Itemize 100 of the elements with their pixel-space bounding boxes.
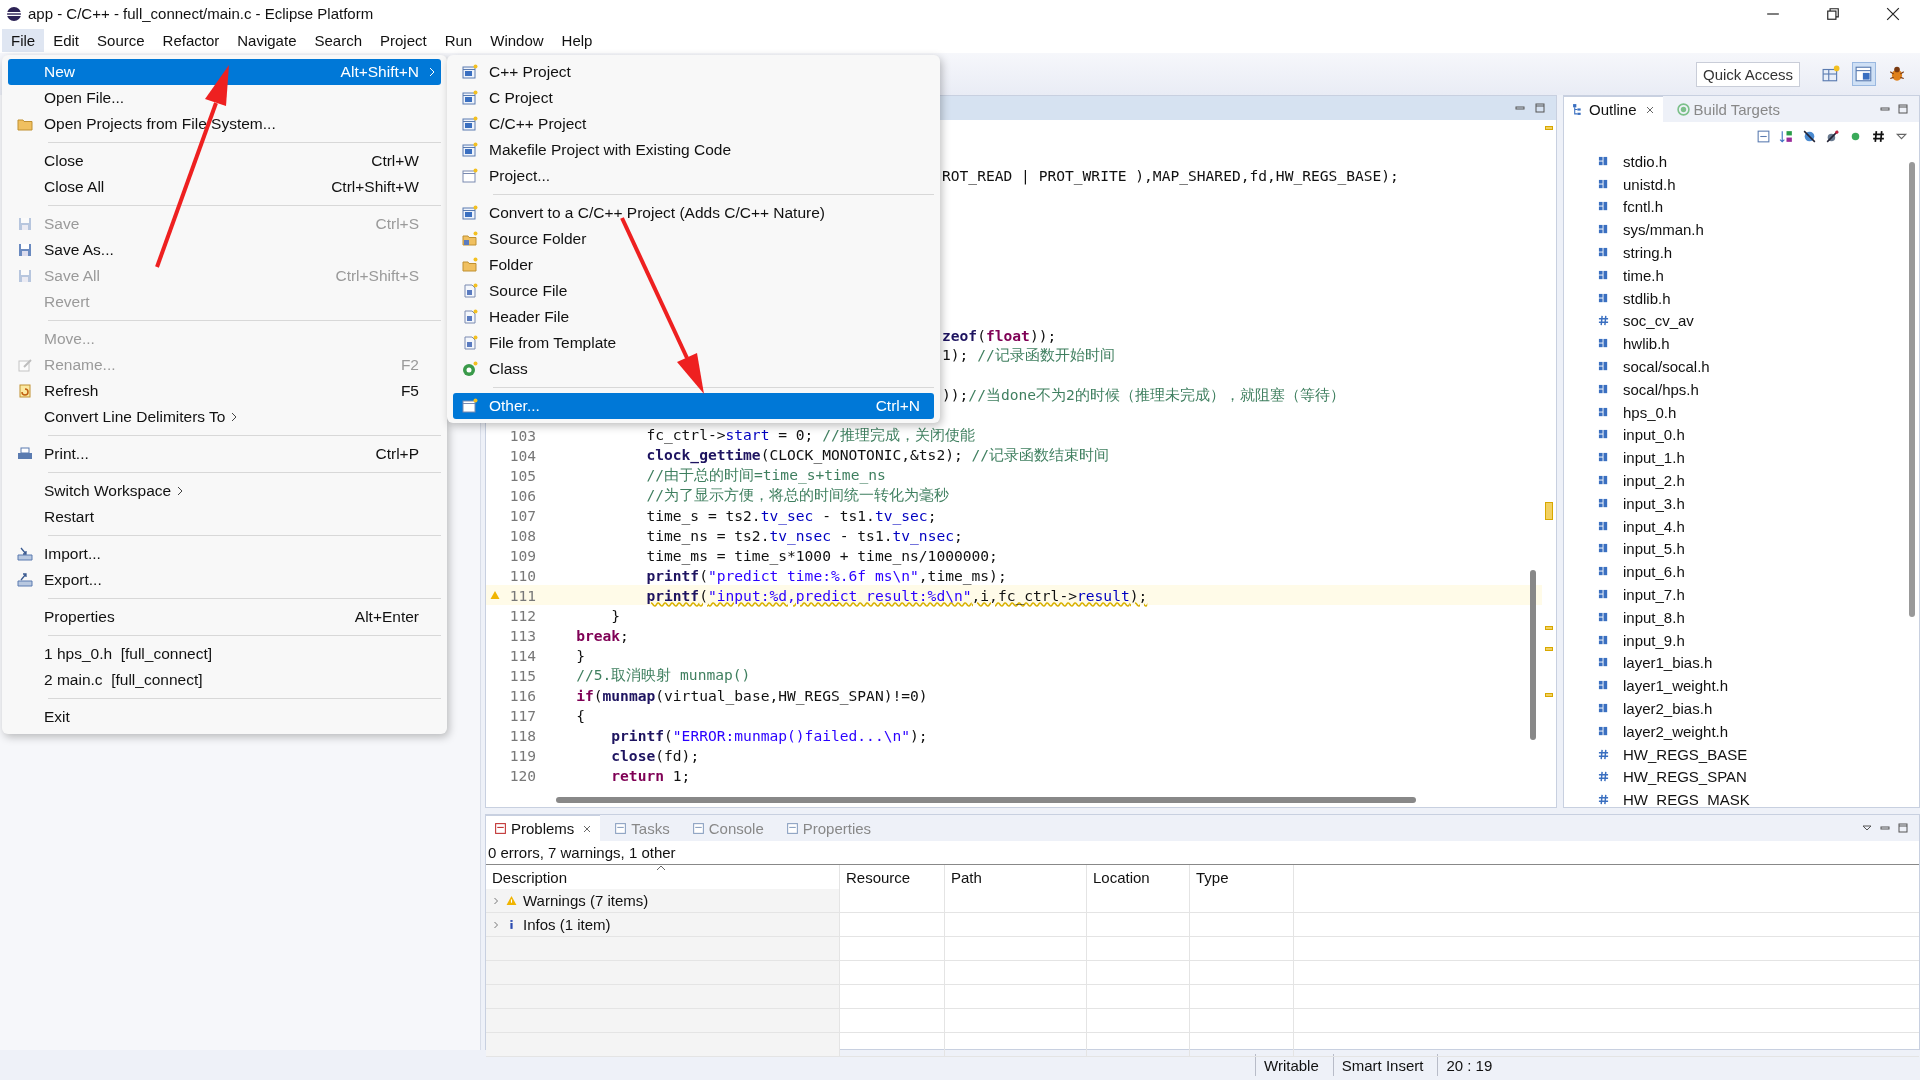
outline-item[interactable]: input_1.h (1623, 449, 1685, 467)
overview-marker[interactable] (1545, 126, 1553, 130)
menu-item[interactable]: Source (88, 28, 154, 52)
outline-item[interactable]: input_5.h (1623, 540, 1685, 558)
menu-item[interactable]: Edit (44, 28, 89, 52)
quick-access-field[interactable]: Quick Access (1695, 61, 1800, 87)
column-header[interactable]: Type (1190, 865, 1294, 889)
outline-item[interactable]: unistd.h (1623, 175, 1676, 193)
menu-item[interactable]: Properties Alt+Enter (8, 604, 441, 630)
problem-group[interactable]: Infos (1 item) (523, 916, 611, 933)
menu-item[interactable]: Save As... (8, 237, 441, 263)
menu-item[interactable]: Restart (8, 504, 441, 530)
menu-item[interactable]: File (2, 28, 45, 52)
menu-item[interactable]: C++ Project (453, 59, 934, 85)
maximize-icon[interactable] (1897, 822, 1909, 834)
hide-static-icon[interactable] (1825, 128, 1840, 144)
menu-item[interactable]: Header File (453, 304, 934, 330)
overview-marker[interactable] (1545, 647, 1553, 651)
overview-marker[interactable] (1545, 502, 1553, 520)
menu-item[interactable]: Convert Line Delimiters To (8, 404, 441, 430)
scrollbar-thumb[interactable] (556, 797, 1416, 803)
expand-chevron-icon[interactable] (492, 920, 500, 929)
outline-item[interactable]: HW_REGS_BASE (1623, 745, 1748, 763)
menu-item[interactable]: Refactor (153, 28, 229, 52)
menu-item[interactable]: Export... (8, 567, 441, 593)
outline-item[interactable]: input_7.h (1623, 586, 1685, 604)
menu-item[interactable]: Import... (8, 541, 441, 567)
panel-tab[interactable]: Outline (1564, 95, 1663, 123)
menu-item[interactable]: File from Template (453, 330, 934, 356)
close-icon[interactable] (1886, 6, 1900, 21)
overview-marker[interactable] (1545, 693, 1553, 697)
panel-tab[interactable]: Problems (486, 814, 601, 842)
column-header[interactable]: Resource (840, 865, 945, 889)
scrollbar-thumb[interactable] (1530, 570, 1536, 740)
menu-item[interactable]: Project... (453, 163, 934, 189)
hash-icon (1598, 748, 1609, 760)
menu-item[interactable]: Open File... (8, 85, 441, 111)
outline-item[interactable]: layer1_weight.h (1623, 677, 1729, 695)
outline-item[interactable]: stdio.h (1623, 152, 1668, 170)
hide-fields-icon[interactable] (1802, 128, 1817, 144)
outline-item[interactable]: hwlib.h (1623, 335, 1670, 353)
problem-group[interactable]: Warnings (7 items) (523, 892, 649, 909)
restore-icon[interactable] (1826, 6, 1840, 21)
outline-item[interactable]: socal/hps.h (1623, 380, 1699, 398)
outline-item[interactable]: input_9.h (1623, 631, 1685, 649)
outline-item[interactable]: sys/mman.h (1623, 221, 1704, 239)
outline-item[interactable]: input_3.h (1623, 494, 1685, 512)
menu-item[interactable]: Refresh F5 (8, 378, 441, 404)
expand-chevron-icon[interactable] (492, 896, 500, 905)
outline-item[interactable]: input_4.h (1623, 517, 1685, 535)
hash-icon[interactable] (1871, 128, 1886, 144)
column-header[interactable]: Location (1087, 865, 1190, 889)
outline-item[interactable]: stdlib.h (1623, 289, 1671, 307)
menu-item[interactable]: Folder (453, 252, 934, 278)
collapse-all-icon[interactable] (1756, 128, 1771, 144)
menu-item[interactable]: Window (481, 28, 553, 52)
menu-item[interactable]: Source File (453, 278, 934, 304)
menu-item[interactable]: Search (305, 28, 371, 52)
menu-item[interactable]: 1 hps_0.h [full_connect] (8, 641, 441, 667)
menu-item[interactable]: Help (552, 28, 602, 52)
menu-item[interactable]: Convert to a C/C++ Project (Adds C/C++ Nature) (453, 200, 934, 226)
outline-item[interactable]: HW_REGS_SPAN (1623, 768, 1747, 786)
outline-item[interactable]: HW_REGS_MASK (1623, 791, 1750, 807)
maximize-icon[interactable] (1897, 103, 1909, 115)
outline-item[interactable]: layer2_weight.h (1623, 722, 1729, 740)
outline-item[interactable]: input_0.h (1623, 426, 1685, 444)
menu-item[interactable]: Open Projects from File System... (8, 111, 441, 137)
menu-item[interactable]: Close Ctrl+W (8, 148, 441, 174)
menu-item[interactable]: C/C++ Project (453, 111, 934, 137)
outline-item[interactable]: layer1_bias.h (1623, 654, 1713, 672)
menu-item[interactable]: Switch Workspace (8, 478, 441, 504)
outline-item[interactable]: layer2_bias.h (1623, 700, 1713, 717)
outline-item[interactable]: soc_cv_av (1623, 312, 1694, 330)
menu-item[interactable]: Close All Ctrl+Shift+W (8, 174, 441, 200)
outline-item[interactable]: fcntl.h (1623, 198, 1664, 216)
menu-item[interactable]: Navigate (228, 28, 306, 52)
menu-item[interactable]: Class (453, 356, 934, 382)
column-header[interactable]: Path (945, 865, 1087, 889)
outline-item[interactable]: string.h (1623, 244, 1673, 262)
c-perspective-icon[interactable] (1852, 62, 1876, 86)
outline-item[interactable]: input_8.h (1623, 608, 1685, 626)
outline-item[interactable]: input_6.h (1623, 563, 1685, 581)
menu-item[interactable]: Source Folder (453, 226, 934, 252)
menu-item[interactable]: Print... Ctrl+P (8, 441, 441, 467)
menu-item[interactable]: 2 main.c [full_connect] (8, 667, 441, 693)
menu-item[interactable]: Run (435, 28, 482, 52)
outline-item[interactable]: input_2.h (1623, 472, 1685, 490)
sort-icon[interactable] (1779, 128, 1794, 144)
menu-item[interactable]: Exit (8, 704, 441, 730)
outline-item[interactable]: hps_0.h (1623, 403, 1677, 421)
menu-item[interactable]: Project (371, 28, 436, 52)
maximize-icon[interactable] (1534, 102, 1546, 114)
menu-item[interactable]: C Project (453, 85, 934, 111)
menu-item[interactable]: Other... Ctrl+N (453, 393, 934, 419)
outline-item[interactable]: time.h (1623, 266, 1664, 284)
menu-item[interactable]: New Alt+Shift+N (8, 59, 441, 85)
scrollbar-thumb[interactable] (1909, 162, 1915, 617)
outline-item[interactable]: socal/socal.h (1623, 358, 1710, 376)
menu-item[interactable]: Makefile Project with Existing Code (453, 137, 934, 163)
overview-marker[interactable] (1545, 626, 1553, 630)
